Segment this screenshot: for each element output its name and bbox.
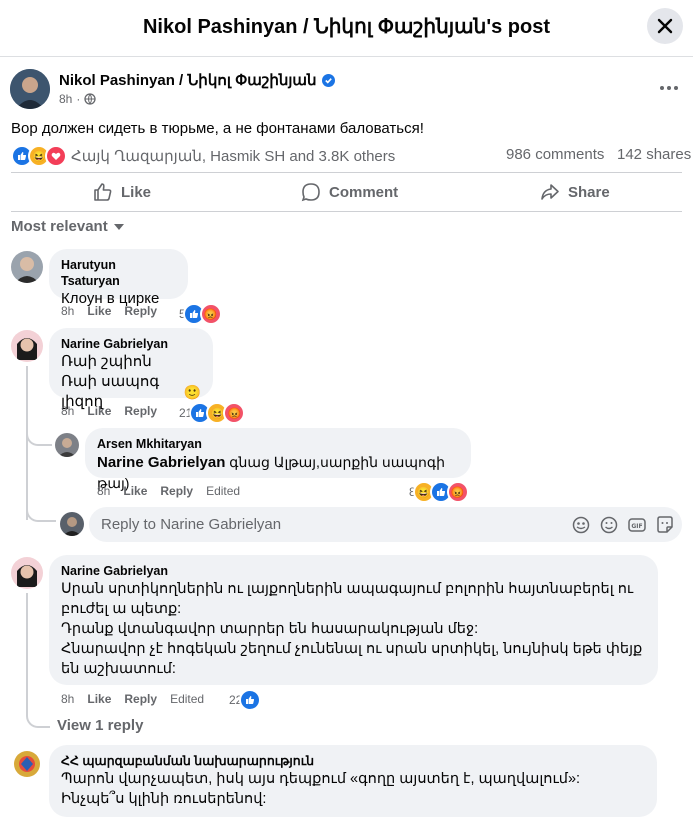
reactions-summary[interactable]: Հայկ Ղազարյան, Hasmik SH and 3.8K others xyxy=(71,147,395,165)
comment-icon xyxy=(301,183,320,202)
commenter-name[interactable]: ՀՀ պարզաբանման նախարարություն xyxy=(61,753,645,769)
reply-bubble: Arsen Mkhitaryan Narine Gabrielyan գնաց … xyxy=(85,428,471,491)
more-dots-icon xyxy=(660,86,678,90)
like-label: Like xyxy=(121,183,152,201)
angry-reaction-icon: 😡 xyxy=(199,303,222,325)
comments-count[interactable]: 986 comments xyxy=(506,146,604,163)
comment-time[interactable]: 8h xyxy=(97,484,110,498)
verified-badge-icon xyxy=(321,73,335,87)
post-reactions-icons[interactable]: 😆 xyxy=(11,145,67,167)
more-options-button[interactable] xyxy=(655,78,683,98)
reply-placeholder: Reply to Narine Gabrielyan xyxy=(101,516,282,533)
post-dialog-header: Nikol Pashinyan / Նիկոլ Փաշինյան's post xyxy=(0,0,693,57)
comment-time[interactable]: 8h xyxy=(61,304,74,318)
comment-reply-button[interactable]: Reply xyxy=(124,692,157,706)
shares-count[interactable]: 142 shares xyxy=(617,146,691,163)
comment-bubble: Harutyun Tsaturyan Клоун в цирке xyxy=(49,249,188,307)
comment-bubble: Narine Gabrielyan Սրան սրտիկողներին ու լ… xyxy=(49,555,658,685)
comment-like-button[interactable]: Like xyxy=(87,304,111,318)
comment-reactions[interactable]: 21 😆 😡 xyxy=(179,402,246,424)
gif-icon[interactable]: GIF xyxy=(628,516,646,534)
like-icon xyxy=(94,183,112,201)
comment-time[interactable]: 8h xyxy=(61,692,74,706)
divider xyxy=(11,211,682,212)
angry-reaction-icon: 😡 xyxy=(223,402,246,424)
commenter-avatar[interactable] xyxy=(11,557,43,589)
comment-reply-button[interactable]: Reply xyxy=(160,484,193,498)
comment-reply-button[interactable]: Reply xyxy=(124,304,157,318)
dialog-title: Nikol Pashinyan / Նիկոլ Փաշինյան's post xyxy=(142,16,550,38)
comment-like-button[interactable]: Like xyxy=(123,484,147,498)
comment-label: Comment xyxy=(329,183,399,201)
close-icon xyxy=(657,18,673,34)
sticker-icon[interactable] xyxy=(656,516,674,534)
globe-icon xyxy=(84,93,97,105)
share-button[interactable]: Share xyxy=(540,182,610,202)
share-icon xyxy=(541,184,559,200)
mention-link[interactable]: Narine Gabrielyan xyxy=(97,454,225,471)
post-time[interactable]: 8h xyxy=(59,92,72,106)
angry-reaction-icon: 😡 xyxy=(446,481,469,503)
comment-reply-button[interactable]: Reply xyxy=(124,404,157,418)
comment-reactions[interactable]: 8 😆 😡 xyxy=(409,481,469,503)
commenter-avatar[interactable] xyxy=(11,748,43,780)
thread-connector xyxy=(26,700,50,728)
thread-line xyxy=(26,593,28,705)
like-reaction-icon xyxy=(239,689,262,711)
smile-emoji-icon: 🙂 xyxy=(183,384,201,400)
emoji-icon[interactable] xyxy=(600,516,618,534)
comment-text-paragraph: Հնարավոր չէ հոգեկան շեղում չունենալ ու ս… xyxy=(61,641,643,677)
love-reaction-icon xyxy=(45,145,67,167)
close-button[interactable] xyxy=(647,8,683,44)
comment-time[interactable]: 8h xyxy=(61,404,74,418)
view-replies-link[interactable]: View 1 reply xyxy=(57,717,143,734)
comment-like-button[interactable]: Like xyxy=(87,692,111,706)
comment-reactions[interactable]: 5 😡 xyxy=(179,303,222,325)
comment-like-button[interactable]: Like xyxy=(87,404,111,418)
current-user-avatar[interactable] xyxy=(60,512,84,536)
author-avatar[interactable] xyxy=(10,69,50,109)
svg-text:GIF: GIF xyxy=(631,523,642,530)
commenter-avatar[interactable] xyxy=(11,251,43,283)
edited-label: Edited xyxy=(170,692,205,706)
commenter-name[interactable]: Arsen Mkhitaryan xyxy=(97,436,459,452)
divider xyxy=(11,172,682,173)
comment-bubble: ՀՀ պարզաբանման նախարարություն Պարոն վարչ… xyxy=(49,745,657,817)
post-text: Вор должен сидеть в тюрьме, а не фонтана… xyxy=(11,120,424,137)
commenter-name[interactable]: Narine Gabrielyan xyxy=(61,336,201,352)
commenter-avatar[interactable] xyxy=(55,433,79,457)
like-button[interactable]: Like xyxy=(93,182,151,202)
thread-connector xyxy=(26,420,52,446)
comment-reactions[interactable]: 22 xyxy=(229,689,262,711)
edited-label: Edited xyxy=(206,484,241,498)
author-name[interactable]: Nikol Pashinyan / Նիկոլ Փաշինյան xyxy=(59,71,317,89)
commenter-name[interactable]: Narine Gabrielyan xyxy=(61,563,646,579)
comment-text-paragraph: Դրանք վտանգավոր տարրեր են հասարակության … xyxy=(61,621,479,637)
comment-button[interactable]: Comment xyxy=(301,182,398,202)
comment-bubble: Narine Gabrielyan Ռաի շպիոն Ռաի սապոգ լի… xyxy=(49,328,213,410)
commenter-name[interactable]: Harutyun Tsaturyan xyxy=(61,257,176,289)
sort-dropdown[interactable]: Most relevant xyxy=(11,218,124,235)
commenter-avatar[interactable] xyxy=(11,330,43,362)
reply-input[interactable]: Reply to Narine Gabrielyan GIF xyxy=(89,507,682,542)
sort-label: Most relevant xyxy=(11,218,108,235)
chevron-down-icon xyxy=(113,223,124,230)
thread-connector xyxy=(26,496,56,522)
comment-text: Պարոն վարչապետ, իսկ այս դեպքում «գողը այ… xyxy=(61,771,581,807)
comment-text-paragraph: Սրան սրտիկողներին ու լայքողներին ապագայո… xyxy=(61,581,634,617)
comment-text-line: Ռաի շպիոն xyxy=(61,353,152,370)
avatar-sticker-icon[interactable] xyxy=(572,516,590,534)
share-label: Share xyxy=(568,183,610,201)
